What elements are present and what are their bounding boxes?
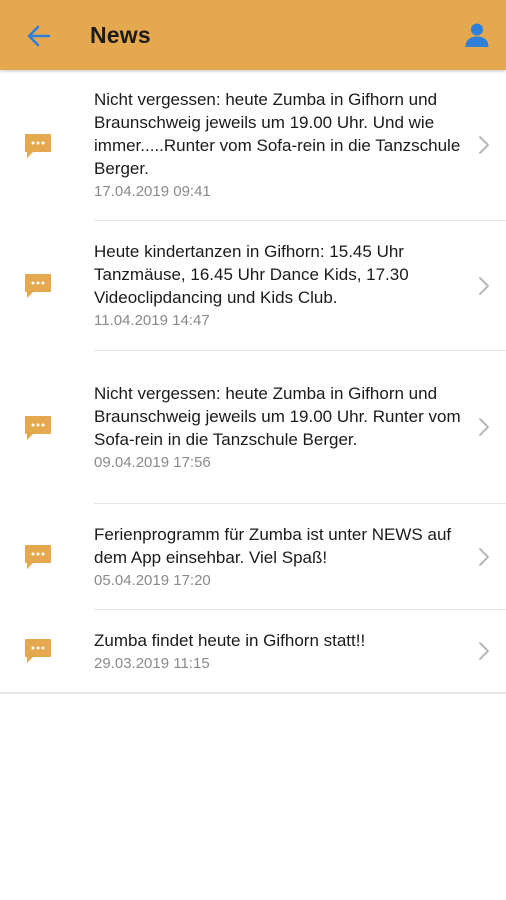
page-title: News xyxy=(90,22,151,48)
profile-button[interactable] xyxy=(462,20,492,50)
news-item[interactable]: Nicht vergessen: heute Zumba in Gifhorn … xyxy=(0,351,506,504)
chevron-right-icon xyxy=(479,136,489,154)
message-bubble-icon xyxy=(0,544,94,570)
message-bubble-icon xyxy=(0,415,94,441)
news-text: Ferienprogramm für Zumba ist unter NEWS … xyxy=(94,524,452,567)
chevron-right-icon xyxy=(479,276,489,295)
news-text: Nicht vergessen: heute Zumba in Gifhorn … xyxy=(94,90,461,178)
news-date: 09.04.2019 17:56 xyxy=(94,453,211,471)
app-header: News xyxy=(0,0,506,70)
news-text: Heute kindertanzen in Gifhorn: 15.45 Uhr… xyxy=(94,242,409,307)
message-bubble-icon xyxy=(0,273,94,299)
user-icon xyxy=(465,23,489,47)
news-date: 17.04.2019 09:41 xyxy=(94,183,211,200)
news-date: 29.03.2019 11:15 xyxy=(94,654,210,672)
news-date: 11.04.2019 14:47 xyxy=(94,312,210,329)
news-item[interactable]: Heute kindertanzen in Gifhorn: 15.45 Uhr… xyxy=(0,221,506,351)
chevron-right-icon xyxy=(479,418,489,436)
chevron-right-icon xyxy=(479,547,489,566)
message-bubble-icon xyxy=(0,133,94,159)
news-item[interactable]: Zumba findet heute in Gifhorn statt!! 29… xyxy=(0,610,506,692)
news-text: Nicht vergessen: heute Zumba in Gifhorn … xyxy=(94,383,461,449)
news-date: 05.04.2019 17:20 xyxy=(94,571,211,589)
news-text: Zumba findet heute in Gifhorn statt!! xyxy=(94,630,366,650)
arrow-left-icon xyxy=(27,25,51,47)
news-list: Nicht vergessen: heute Zumba in Gifhorn … xyxy=(0,70,506,694)
news-item[interactable]: Nicht vergessen: heute Zumba in Gifhorn … xyxy=(0,70,506,221)
chevron-right-icon xyxy=(479,642,489,660)
message-bubble-icon xyxy=(0,638,94,664)
back-button[interactable] xyxy=(22,20,56,52)
news-item[interactable]: Ferienprogramm für Zumba ist unter NEWS … xyxy=(0,504,506,610)
